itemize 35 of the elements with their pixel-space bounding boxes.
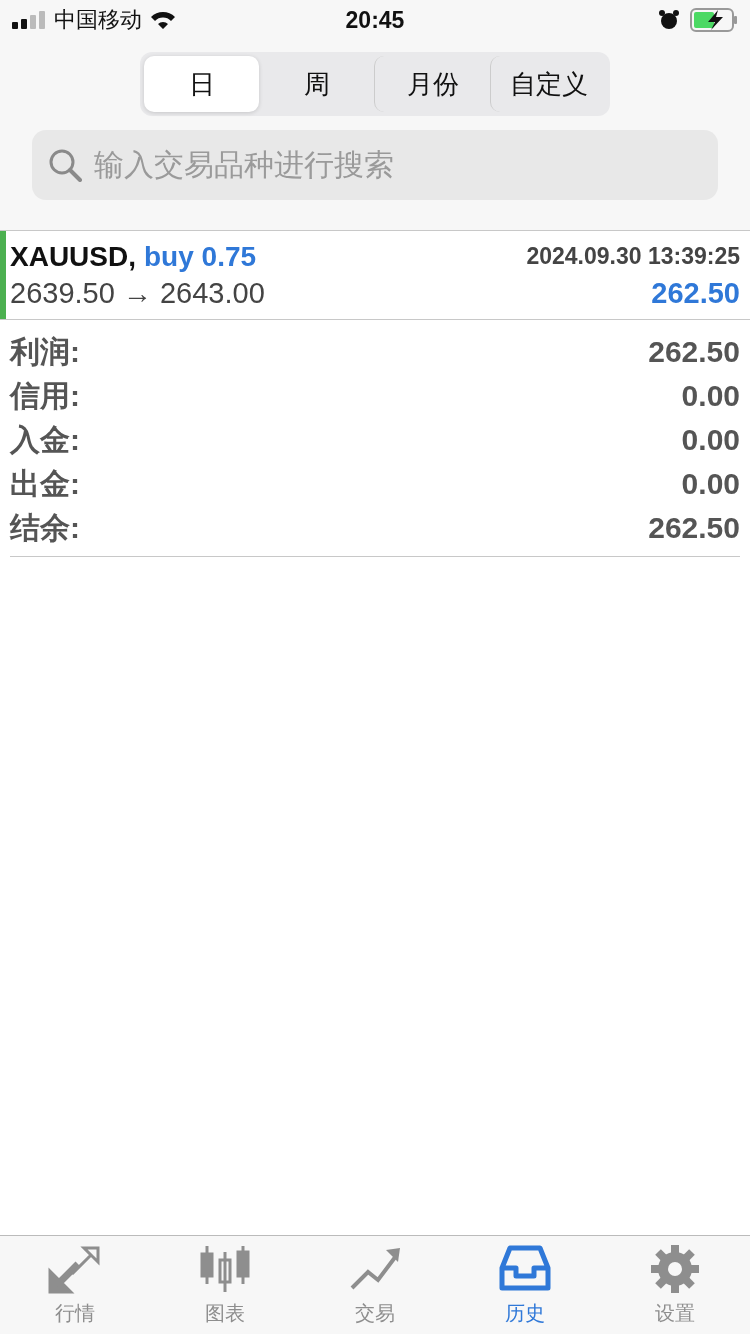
search-placeholder: 输入交易品种进行搜索 bbox=[94, 146, 394, 183]
search-icon bbox=[48, 148, 82, 182]
clock-time: 20:45 bbox=[345, 6, 405, 34]
bottom-tab[interactable]: 行情 bbox=[0, 1236, 150, 1334]
summary-value: 0.00 bbox=[681, 423, 740, 457]
summary-value: 262.50 bbox=[648, 511, 740, 545]
summary-label: 结余: bbox=[10, 509, 80, 546]
trade-prices: 2639.50 → 2643.00 bbox=[10, 276, 265, 310]
trade-profit: 262.50 bbox=[651, 276, 740, 310]
battery-icon bbox=[690, 8, 738, 32]
summary-value: 0.00 bbox=[681, 467, 740, 501]
trade-time: 2024.09.30 13:39:25 bbox=[526, 243, 740, 270]
bottom-tab[interactable]: 设置 bbox=[600, 1236, 750, 1334]
settings-icon bbox=[650, 1243, 700, 1294]
search-field[interactable]: 输入交易品种进行搜索 bbox=[32, 130, 718, 200]
carrier-name: 中国移动 bbox=[54, 6, 142, 34]
bottom-tab[interactable]: 交易 bbox=[300, 1236, 450, 1334]
period-tab[interactable]: 自定义 bbox=[490, 56, 606, 112]
summary-value: 262.50 bbox=[648, 335, 740, 369]
period-tab[interactable]: 周 bbox=[259, 56, 374, 112]
summary-label: 出金: bbox=[10, 465, 80, 502]
candlestick-icon bbox=[199, 1243, 251, 1294]
summary-label: 信用: bbox=[10, 377, 80, 414]
summary-value: 0.00 bbox=[681, 379, 740, 413]
wifi-icon bbox=[150, 10, 176, 30]
summary-label: 入金: bbox=[10, 421, 80, 458]
signal-icon bbox=[12, 11, 46, 29]
period-tab[interactable]: 日 bbox=[144, 56, 259, 112]
bottom-tab[interactable]: 图表 bbox=[150, 1236, 300, 1334]
summary-label: 利润: bbox=[10, 333, 80, 370]
tray-icon bbox=[498, 1243, 552, 1294]
trade-side: buy 0.75 bbox=[144, 240, 257, 273]
period-tab[interactable]: 月份 bbox=[374, 56, 490, 112]
bottom-tab[interactable]: 历史 bbox=[450, 1236, 600, 1334]
symbol: XAUUSD, bbox=[10, 240, 136, 273]
